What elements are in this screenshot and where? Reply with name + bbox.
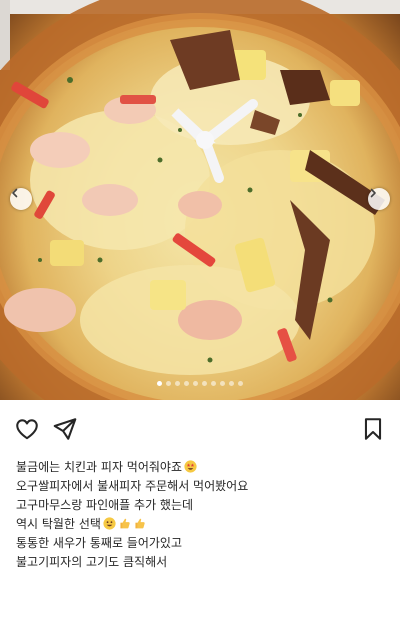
heart-outline-icon[interactable] (14, 416, 40, 442)
carousel-dot (157, 381, 162, 386)
caption-line: 불고기피자의 고기도 큼직해서 (16, 553, 384, 572)
carousel-dot (238, 381, 243, 386)
carousel-next-button[interactable] (368, 188, 390, 210)
star-struck-emoji (184, 460, 197, 473)
carousel-dot (175, 381, 180, 386)
carousel-indicator (0, 381, 400, 386)
caption-line: 불금에는 치킨과 피자 먹어줘야죠 (16, 458, 384, 477)
carousel-dot (202, 381, 207, 386)
post-action-bar (0, 412, 400, 446)
grinning-emoji (103, 517, 116, 530)
caption-line: 역시 탁월한 선택 (16, 515, 384, 534)
pizza-photo-illustration (0, 0, 400, 400)
post-caption: 불금에는 치킨과 피자 먹어줘야죠오구쌀피자에서 불새피자 주문해서 먹어봤어요… (16, 458, 384, 572)
thumbs-up-emoji (118, 517, 131, 530)
carousel-dot (229, 381, 234, 386)
post-photo[interactable] (0, 0, 400, 400)
chevron-right-icon (370, 188, 376, 198)
caption-text: 불고기피자의 고기도 큼직해서 (16, 555, 168, 569)
carousel-prev-button[interactable] (10, 188, 32, 210)
carousel-dot (166, 381, 171, 386)
caption-text: 역시 탁월한 선택 (16, 517, 101, 531)
carousel-dot (193, 381, 198, 386)
carousel-dot (211, 381, 216, 386)
caption-line: 통통한 새우가 통째로 들어가있고 (16, 534, 384, 553)
instagram-post: 불금에는 치킨과 피자 먹어줘야죠오구쌀피자에서 불새피자 주문해서 먹어봤어요… (0, 0, 400, 620)
caption-text: 오구쌀피자에서 불새피자 주문해서 먹어봤어요 (16, 479, 249, 493)
chevron-left-icon (12, 188, 18, 198)
caption-text: 통통한 새우가 통째로 들어가있고 (16, 536, 183, 550)
caption-line: 오구쌀피자에서 불새피자 주문해서 먹어봤어요 (16, 477, 384, 496)
bookmark-outline-icon[interactable] (360, 416, 386, 442)
caption-line: 고구마무스랑 파인애플 추가 했는데 (16, 496, 384, 515)
caption-text: 불금에는 치킨과 피자 먹어줘야죠 (16, 460, 183, 474)
caption-text: 고구마무스랑 파인애플 추가 했는데 (16, 498, 194, 512)
paper-plane-icon[interactable] (52, 416, 78, 442)
thumbs-up-emoji (133, 517, 146, 530)
carousel-dot (184, 381, 189, 386)
carousel-dot (220, 381, 225, 386)
